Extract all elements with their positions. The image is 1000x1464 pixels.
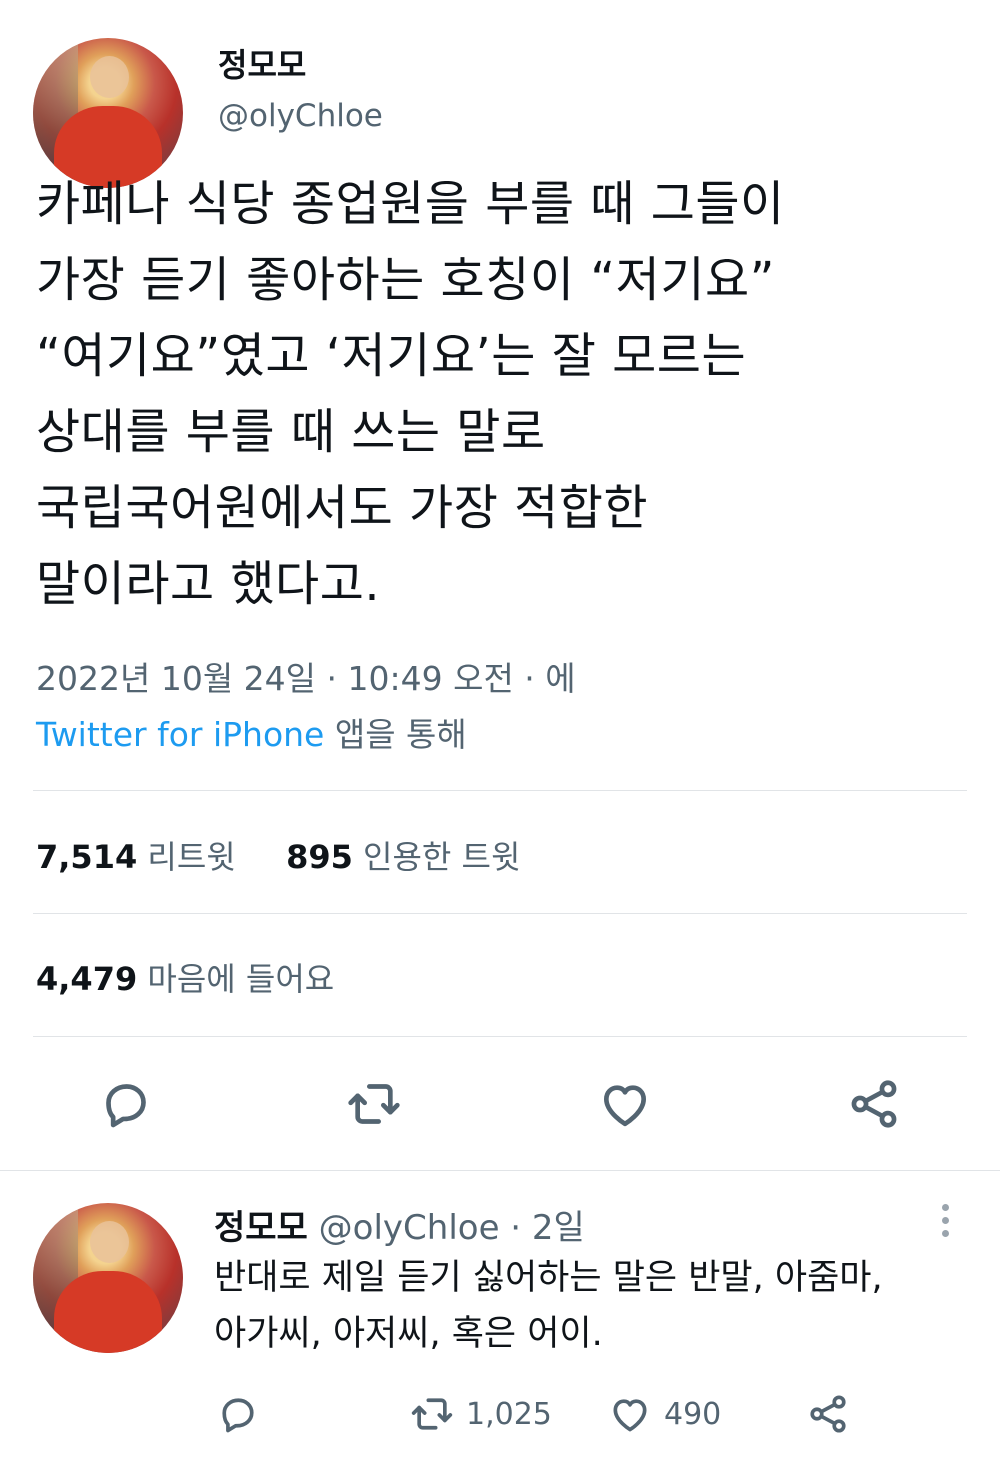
- retweet-label: 리트윗: [137, 838, 236, 876]
- like-icon[interactable]: [597, 1076, 653, 1132]
- tweet-text-line: 상대를 부를 때 쓰는 말로: [36, 404, 546, 460]
- quote-count[interactable]: 895: [286, 838, 353, 876]
- share-icon: [810, 1395, 846, 1433]
- more-options-icon[interactable]: [930, 1200, 960, 1244]
- avatar-figure: [54, 1270, 162, 1353]
- tweet-text: 카페나 식당 종업원을 부를 때 그들이 가장 듣기 좋아하는 호칭이 “저기요…: [36, 166, 976, 622]
- share-icon[interactable]: [846, 1076, 902, 1132]
- tweet-source: Twitter for iPhone 앱을 통해: [36, 708, 467, 756]
- reply-text-line: 반대로 제일 듣기 싫어하는 말은 반말, 아줌마,: [214, 1258, 883, 1298]
- reply-like-button[interactable]: 490: [608, 1390, 721, 1438]
- divider: [33, 1036, 967, 1037]
- retweet-stats[interactable]: 7,514 리트윗 895 인용한 트윗: [36, 832, 520, 878]
- reply-like-count: 490: [664, 1396, 722, 1432]
- avatar-face: [90, 56, 129, 98]
- reply-handle[interactable]: @olyChloe: [319, 1208, 500, 1248]
- reply-icon[interactable]: [98, 1076, 154, 1132]
- quote-label: 인용한 트윗: [352, 838, 521, 876]
- retweet-icon[interactable]: [346, 1076, 402, 1132]
- source-link[interactable]: Twitter for iPhone: [36, 715, 324, 754]
- retweet-count[interactable]: 7,514: [36, 838, 137, 876]
- section-divider: [0, 1170, 1000, 1171]
- author-display-name[interactable]: 정모모: [218, 40, 306, 86]
- reply-author-avatar[interactable]: [33, 1203, 183, 1353]
- reply-text-line: 아가씨, 아저씨, 혹은 어이.: [214, 1314, 603, 1354]
- source-suffix: 앱을 통해: [324, 715, 467, 754]
- reply-icon: [222, 1398, 254, 1433]
- divider: [33, 790, 967, 791]
- tweet-text-line: 말이라고 했다고.: [36, 556, 381, 612]
- reply-separator: ·: [499, 1208, 532, 1248]
- reply-time[interactable]: 2일: [532, 1208, 585, 1248]
- reply-display-name[interactable]: 정모모: [214, 1208, 308, 1248]
- tweet-text-line: 국립국어원에서도 가장 적합한: [36, 480, 649, 536]
- tweet-text-line: “여기요”였고 ‘저기요’는 잘 모르는: [36, 328, 747, 384]
- reply-text: 반대로 제일 듣기 싫어하는 말은 반말, 아줌마, 아가씨, 아저씨, 혹은 …: [214, 1250, 984, 1362]
- tweet-timestamp[interactable]: 2022년 10월 24일 · 10:49 오전 · 에: [36, 652, 576, 700]
- reply-share-button[interactable]: [806, 1390, 850, 1438]
- reply-retweet-count: 1,025: [466, 1396, 552, 1432]
- reply-header: 정모모 @olyChloe · 2일: [214, 1200, 585, 1249]
- retweet-icon: [411, 1398, 453, 1430]
- avatar-face: [90, 1221, 129, 1263]
- divider: [33, 913, 967, 914]
- like-count[interactable]: 4,479: [36, 960, 137, 998]
- like-label: 마음에 들어요: [137, 960, 335, 998]
- tweet-text-line: 카페나 식당 종업원을 부를 때 그들이: [36, 176, 785, 232]
- reply-retweet-button[interactable]: 1,025: [410, 1390, 552, 1438]
- author-handle[interactable]: @olyChloe: [218, 98, 383, 134]
- reply-reply-button[interactable]: [216, 1390, 260, 1438]
- like-stats[interactable]: 4,479 마음에 들어요: [36, 954, 334, 1000]
- like-icon: [613, 1399, 647, 1432]
- tweet-text-line: 가장 듣기 좋아하는 호칭이 “저기요”: [36, 252, 776, 308]
